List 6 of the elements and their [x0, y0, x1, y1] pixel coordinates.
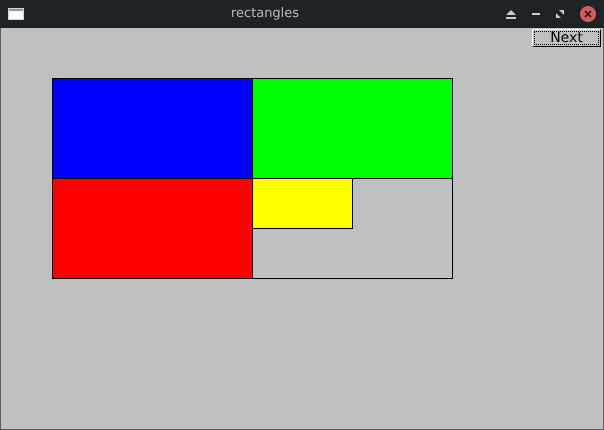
- next-button[interactable]: Next: [532, 29, 601, 47]
- keep-above-icon[interactable]: [506, 10, 516, 18]
- window-icon: [8, 8, 24, 20]
- close-icon[interactable]: [580, 6, 596, 22]
- restore-icon[interactable]: [556, 10, 564, 18]
- window-title: rectangles: [230, 6, 300, 21]
